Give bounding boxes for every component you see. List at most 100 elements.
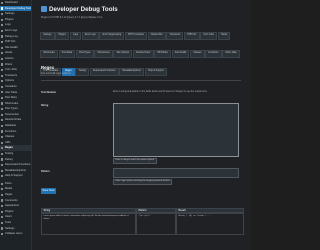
page-title: Developer Debug Tools — [41, 6, 118, 13]
sidebar-item-label: Plugins — [5, 17, 14, 21]
tab[interactable]: PHP Info — [184, 32, 200, 40]
sidebar-item-label: Dashboard — [5, 1, 18, 4]
menu-icon — [1, 232, 4, 236]
menu-icon — [1, 152, 4, 156]
sidebar-item-label: Settings — [5, 226, 15, 230]
tab[interactable]: Post Meta — [58, 50, 76, 58]
tab[interactable]: PHP Constants — [124, 32, 147, 40]
tab[interactable]: Settings — [40, 32, 55, 40]
sidebar-item-label: Users — [5, 215, 12, 219]
menu-icon — [1, 221, 4, 224]
menu-icon — [1, 147, 4, 150]
sidebar-item-label: Help & Support — [5, 174, 23, 178]
table-row: Lorem ipsum dolor sit amet, consectetur … — [41, 213, 244, 235]
menu-icon — [1, 12, 4, 16]
sidebar-item-label: Testing — [5, 152, 14, 156]
menu-icon — [1, 204, 4, 208]
string-textarea[interactable] — [113, 103, 239, 157]
menu-icon — [1, 24, 4, 27]
menu-icon — [1, 169, 4, 172]
menu-icon — [1, 74, 4, 77]
save-button[interactable]: Save Tests — [41, 188, 56, 194]
results-table: String Pattern Result Lorem ipsum dolor … — [41, 208, 244, 235]
menu-icon — [1, 85, 4, 88]
menu-icon — [1, 40, 4, 44]
menu-icon — [1, 164, 4, 167]
menu-icon — [1, 96, 4, 100]
menu-icon — [1, 124, 4, 128]
tab[interactable]: Other Data — [222, 50, 240, 58]
tab[interactable]: Plugins — [55, 32, 70, 40]
sidebar-item-label: Transients — [5, 73, 18, 77]
sidebar-item-label: Hooks — [5, 51, 13, 55]
menu-icon — [1, 1, 4, 4]
tab[interactable]: Post Types — [75, 50, 94, 58]
admin-sidebar: Dashboard Developer Debug Tools Settings Pl… — [0, 0, 32, 250]
section-description: Test and build regex patterns. — [41, 73, 72, 75]
sidebar-item-label: Cron Jobs — [5, 68, 17, 72]
tab[interactable]: Global Vars — [147, 32, 166, 40]
tab[interactable]: Classes — [190, 50, 205, 58]
version-info: Plugin 1.0.0 PHP 8.2.12 jQuery 3.7.1 jQu… — [41, 16, 103, 19]
tab[interactable]: Rewrite Rules — [132, 50, 154, 58]
menu-icon — [1, 7, 4, 10]
tab[interactable]: Deprecated Functions — [89, 68, 119, 76]
sidebar-item[interactable]: Collapse menu — [0, 231, 31, 237]
tools-icon — [41, 6, 47, 12]
test-number-label: Test Number — [41, 91, 57, 94]
menu-icon — [1, 57, 4, 60]
tab[interactable]: Taxonomies — [94, 50, 113, 58]
pattern-note: Enter regex pattern including the wrappi… — [113, 179, 173, 185]
menu-icon — [1, 63, 4, 66]
tab[interactable]: Error Logs — [81, 32, 99, 40]
tab[interactable]: Site Options — [113, 50, 133, 58]
menu-icon — [1, 113, 4, 116]
menu-icon — [1, 158, 4, 161]
sidebar-item-label: Filters — [5, 62, 13, 66]
menu-icon — [1, 141, 4, 144]
sidebar-item-label: Actions — [5, 56, 14, 60]
sidebar-item-label: Metadata Explorer — [5, 168, 27, 172]
sidebar-item-label: Functions — [5, 129, 17, 133]
menu-icon — [1, 130, 4, 133]
menu-icon — [1, 193, 4, 196]
tab[interactable]: Cron Jobs — [200, 32, 217, 40]
tab[interactable]: Help & Support — [144, 68, 167, 76]
tab[interactable]: Error Suppressing — [99, 32, 125, 40]
sidebar-item-label: Media — [5, 187, 13, 191]
tab[interactable]: Shortcodes — [40, 50, 58, 58]
sidebar-item[interactable]: Help & Support — [0, 173, 31, 179]
page-title-text: Developer Debug Tools — [49, 6, 118, 13]
menu-icon — [1, 35, 4, 38]
menu-icon — [1, 52, 4, 55]
tab[interactable]: Functions — [205, 50, 222, 58]
tab[interactable]: Metadata Explorer — [119, 68, 145, 76]
sidebar-item-label: Comments — [5, 198, 18, 202]
sidebar-item-label: Regex — [5, 146, 13, 150]
menu-icon — [1, 210, 4, 213]
tab[interactable]: Transients — [166, 32, 184, 40]
sidebar-item-label: Constants — [5, 84, 17, 88]
tab[interactable]: Logs — [69, 32, 82, 40]
sidebar-item-label: Post Meta — [5, 96, 17, 100]
sidebar-item-label: Error Logs — [5, 28, 18, 32]
sidebar-item-label: Rewrite Rules — [5, 118, 22, 122]
table-cell: Lorem ipsum dolor sit amet, consectetur … — [41, 213, 136, 235]
table-cell: /[a-z]+/i — [136, 213, 176, 235]
sidebar-item-label: Deprecated Functions — [5, 163, 31, 167]
tab[interactable]: Testing — [75, 68, 90, 76]
tab[interactable]: DB Tables — [154, 50, 171, 58]
sidebar-item-label: Shortcodes — [5, 101, 19, 105]
section-title: Regex — [41, 65, 55, 70]
menu-icon — [1, 108, 4, 111]
sidebar-item-label: Plugins — [5, 209, 14, 213]
string-note: Enter a string to match the pattern agai… — [113, 158, 157, 164]
sidebar-item-label: Posts — [5, 181, 12, 185]
menu-icon — [1, 119, 4, 122]
menu-icon — [1, 182, 4, 185]
tab[interactable]: Hooks — [217, 32, 231, 40]
sidebar-item-label: PHP Info — [5, 40, 16, 44]
sidebar-item-label: Options — [5, 79, 14, 83]
pattern-input[interactable] — [113, 168, 239, 178]
tab[interactable]: Auto Drafts — [171, 50, 190, 58]
